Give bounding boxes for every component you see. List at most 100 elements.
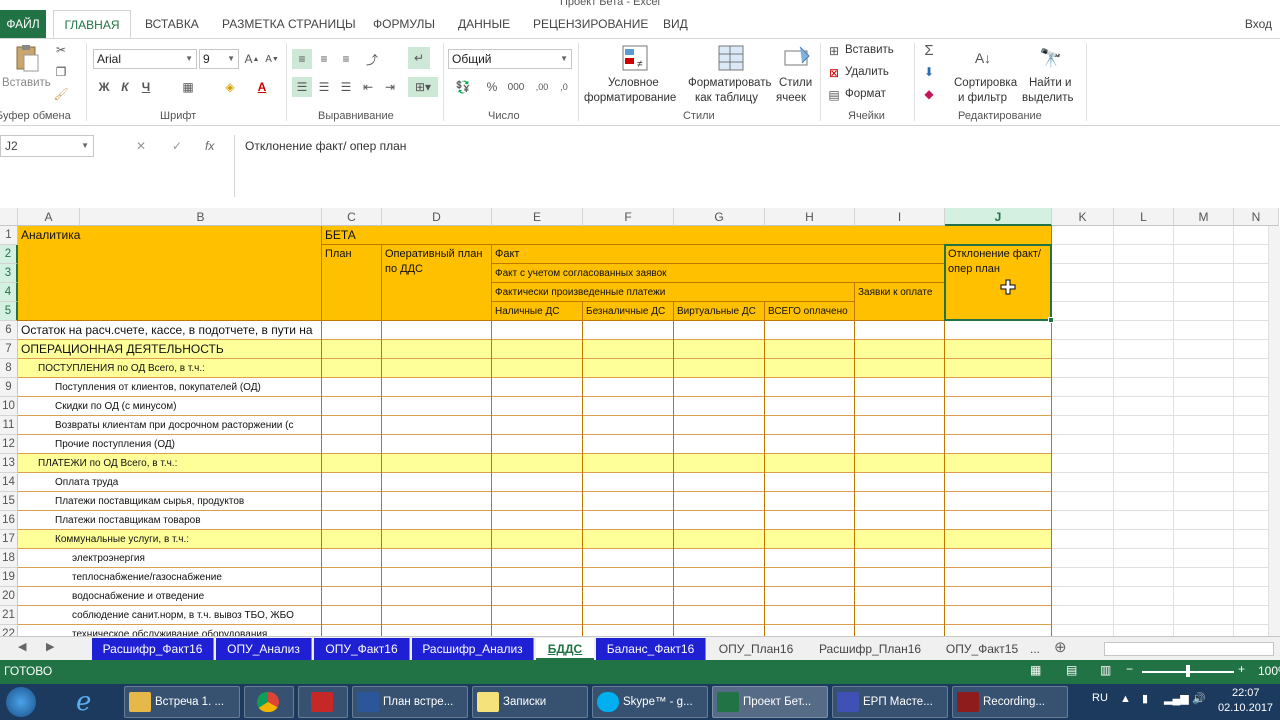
insert-cells-icon[interactable]: ⊞ xyxy=(826,43,842,59)
row-header-21[interactable]: 21 xyxy=(0,606,18,625)
sheet-tab-rasshifr-plan16[interactable]: Расшифр_План16 xyxy=(806,638,934,660)
conditional-formatting-icon[interactable]: ≠ xyxy=(620,43,650,73)
row-label[interactable]: Остаток на расч.счете, кассе, в подотчет… xyxy=(18,321,320,340)
format-as-table-label-1[interactable]: Форматировать xyxy=(688,77,771,89)
borders-icon[interactable]: ▦ xyxy=(178,77,198,97)
percent-icon[interactable]: % xyxy=(484,77,500,97)
merge-center-icon[interactable]: ⊞▾ xyxy=(408,77,438,97)
delete-cells-icon[interactable]: ⊠ xyxy=(826,65,842,81)
find-select-label-1[interactable]: Найти и xyxy=(1029,77,1071,89)
increase-indent-icon[interactable]: ⇥ xyxy=(380,77,400,97)
cell-fact-paid[interactable]: Фактически произведенные платежи xyxy=(492,283,855,302)
number-format-select[interactable]: Общий ▼ xyxy=(448,49,572,69)
align-top-icon[interactable]: ≡ xyxy=(292,49,312,69)
cell-requests[interactable]: Заявки к оплате xyxy=(855,283,945,321)
column-header-i[interactable]: I xyxy=(855,208,945,226)
formula-input[interactable]: Отклонение факт/ опер план xyxy=(234,135,1280,197)
shrink-font-icon[interactable]: A ▼ xyxy=(264,49,280,69)
volume-icon[interactable]: 🔊 xyxy=(1192,692,1206,705)
cell-beta[interactable]: БЕТА xyxy=(322,226,1052,245)
column-header-n[interactable]: N xyxy=(1234,208,1279,226)
row-header-18[interactable]: 18 xyxy=(0,549,18,568)
row-header-8[interactable]: 8 xyxy=(0,359,18,378)
cell-oper-plan[interactable]: Оперативный план по ДДС xyxy=(382,245,492,321)
zoom-in-icon[interactable]: + xyxy=(1238,662,1245,676)
align-middle-icon[interactable]: ≡ xyxy=(314,49,334,69)
more-sheets-button[interactable]: ... xyxy=(1026,638,1044,660)
wrap-text-icon[interactable]: ↵ xyxy=(408,47,430,69)
clock-time[interactable]: 22:07 xyxy=(1232,687,1260,699)
row-label[interactable]: Скидки по ОД (с минусом) xyxy=(18,397,320,416)
cell-analytics[interactable]: Аналитика xyxy=(18,226,322,321)
sign-in-link[interactable]: Вход xyxy=(1245,10,1272,38)
row-label[interactable]: Коммунальные услуги, в т.ч.: xyxy=(18,530,320,549)
start-button[interactable] xyxy=(6,687,36,717)
row-header-2[interactable]: 2 xyxy=(0,245,18,264)
cell-styles-label-2[interactable]: ячеек xyxy=(776,92,806,104)
next-sheet-icon[interactable]: ▶ xyxy=(46,640,54,653)
taskbar-item-word[interactable]: План встре... xyxy=(352,686,468,718)
new-sheet-icon[interactable]: ⊕ xyxy=(1054,638,1067,656)
normal-view-icon[interactable]: ▦ xyxy=(1030,663,1041,677)
tab-view[interactable]: ВИД xyxy=(663,10,688,38)
find-select-label-2[interactable]: выделить xyxy=(1022,92,1074,104)
fill-icon[interactable]: ⬇ xyxy=(920,63,938,81)
format-as-table-label-2[interactable]: как таблицу xyxy=(695,92,758,104)
taskbar-item-fixit[interactable] xyxy=(298,686,348,718)
align-bottom-icon[interactable]: ≡ xyxy=(336,49,356,69)
orientation-icon[interactable]: ⤴ xyxy=(360,49,384,69)
sheet-tab-opu-fakt16[interactable]: ОПУ_Факт16 xyxy=(314,638,410,660)
vertical-scrollbar[interactable] xyxy=(1268,226,1280,636)
find-select-icon[interactable]: 🔭 xyxy=(1036,43,1066,73)
row-header-3[interactable]: 3 xyxy=(0,264,18,283)
column-header-m[interactable]: M xyxy=(1174,208,1234,226)
tab-formulas[interactable]: ФОРМУЛЫ xyxy=(373,10,435,38)
row-label[interactable]: Возвраты клиентам при досрочном расторже… xyxy=(18,416,320,435)
fill-color-icon[interactable]: ◈ xyxy=(220,77,240,97)
taskbar-item-erp[interactable]: ЕРП Масте... xyxy=(832,686,948,718)
row-label[interactable]: техническое обслуживание оборудования xyxy=(18,625,320,636)
column-header-f[interactable]: F xyxy=(583,208,674,226)
row-label[interactable]: ПОСТУПЛЕНИЯ по ОД Всего, в т.ч.: xyxy=(18,359,320,378)
row-header-11[interactable]: 11 xyxy=(0,416,18,435)
sheet-tab-balans-fakt16[interactable]: Баланс_Факт16 xyxy=(596,638,706,660)
sheet-tab-rasshifr-analiz[interactable]: Расшифр_Анализ xyxy=(412,638,534,660)
paste-button-label[interactable]: Вставить xyxy=(2,77,51,89)
cell-plan[interactable]: План xyxy=(322,245,382,321)
power-icon[interactable]: ▮ xyxy=(1142,692,1148,705)
row-header-19[interactable]: 19 xyxy=(0,568,18,587)
comma-style-icon[interactable]: 000 xyxy=(506,77,526,97)
fill-handle[interactable] xyxy=(1048,317,1054,323)
row-header-13[interactable]: 13 xyxy=(0,454,18,473)
taskbar-item-skype[interactable]: Skype™ - g... xyxy=(592,686,708,718)
decrease-decimal-icon[interactable]: ,0 xyxy=(554,77,574,97)
prev-sheet-icon[interactable]: ◀ xyxy=(18,640,26,653)
row-header-10[interactable]: 10 xyxy=(0,397,18,416)
underline-button[interactable]: Ч xyxy=(138,77,154,97)
zoom-out-icon[interactable]: − xyxy=(1126,662,1133,676)
cell-styles-icon[interactable] xyxy=(782,43,812,73)
column-header-j[interactable]: J xyxy=(945,208,1052,226)
row-label[interactable]: электроэнергия xyxy=(18,549,320,568)
row-label[interactable]: теплоснабжение/газоснабжение xyxy=(18,568,320,587)
cell-total-paid[interactable]: ВСЕГО оплачено xyxy=(765,302,855,321)
taskbar-item-recording[interactable]: Recording... xyxy=(952,686,1068,718)
row-header-15[interactable]: 15 xyxy=(0,492,18,511)
cell-fact[interactable]: Факт xyxy=(492,245,945,264)
row-label[interactable]: Платежи поставщикам сырья, продуктов xyxy=(18,492,320,511)
zoom-slider-thumb[interactable] xyxy=(1186,665,1190,677)
taskbar-item-notes[interactable]: Записки xyxy=(472,686,588,718)
column-header-h[interactable]: H xyxy=(765,208,855,226)
cut-icon[interactable]: ✂ xyxy=(52,41,70,59)
insert-cells-button[interactable]: Вставить xyxy=(845,44,894,56)
tab-page-layout[interactable]: РАЗМЕТКА СТРАНИЦЫ xyxy=(222,10,356,38)
column-header-d[interactable]: D xyxy=(382,208,492,226)
align-right-icon[interactable]: ☰ xyxy=(336,77,356,97)
font-size-select[interactable]: 9 ▼ xyxy=(199,49,239,69)
row-header-5[interactable]: 5 xyxy=(0,302,18,321)
grow-font-icon[interactable]: A ▲ xyxy=(244,49,260,69)
clear-icon[interactable]: ◆ xyxy=(920,85,938,103)
tab-data[interactable]: ДАННЫЕ xyxy=(458,10,510,38)
align-center-icon[interactable]: ☰ xyxy=(314,77,334,97)
sheet-tab-bdds[interactable]: БДДС xyxy=(536,638,594,660)
